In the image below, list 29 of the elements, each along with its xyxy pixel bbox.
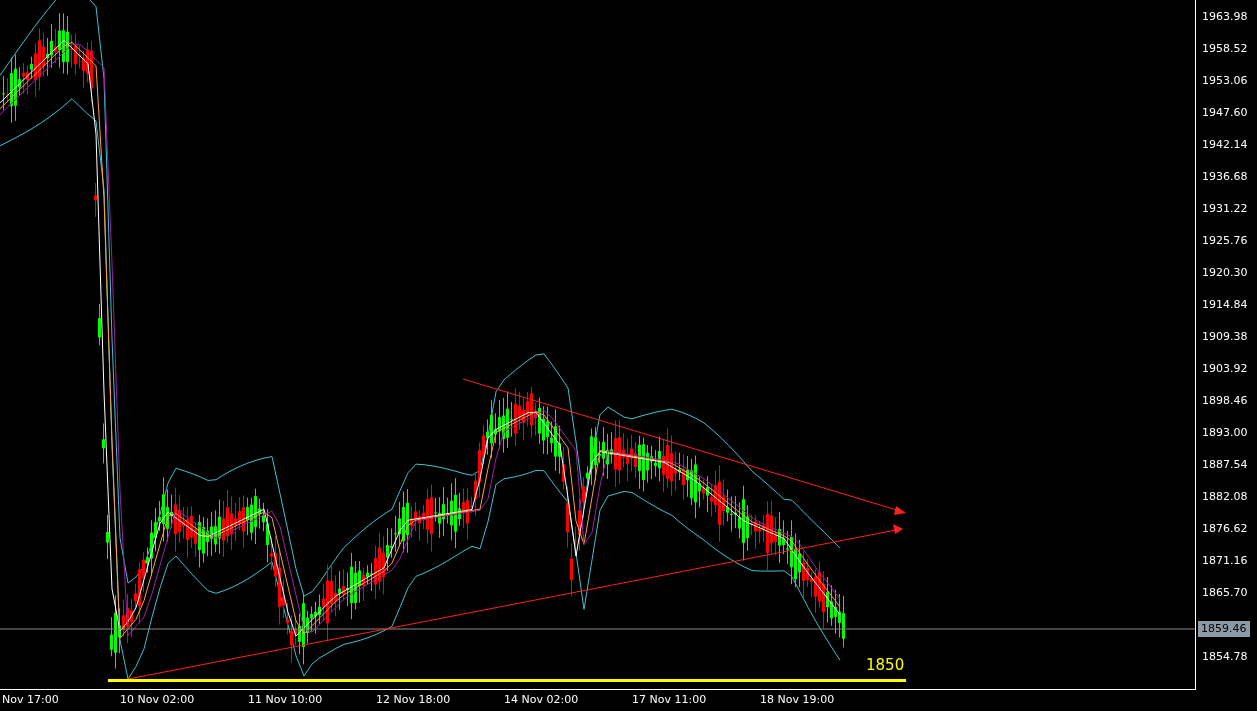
time-label: 10 Nov 02:00	[119, 692, 196, 708]
price-label: 1936.68	[1201, 169, 1249, 185]
time-label: 11 Nov 10:00	[247, 692, 324, 708]
price-label: 1854.78	[1201, 649, 1249, 665]
price-label: 1914.84	[1201, 297, 1249, 313]
time-label: 18 Nov 19:00	[759, 692, 836, 708]
price-label: 1920.30	[1201, 265, 1249, 281]
price-label: 1882.08	[1201, 489, 1249, 505]
price-label: 1893.00	[1201, 425, 1249, 441]
price-label: 1925.76	[1201, 233, 1249, 249]
price-label: 1963.98	[1201, 9, 1249, 25]
time-label: Nov 17:00	[1, 692, 60, 708]
price-label: 1942.14	[1201, 137, 1249, 153]
price-label: 1958.52	[1201, 41, 1249, 57]
price-label: 1887.54	[1201, 457, 1249, 473]
price-label: 1898.46	[1201, 393, 1249, 409]
price-label: 1871.16	[1201, 553, 1249, 569]
current-price-label: 1859.46	[1198, 621, 1250, 637]
time-label: 14 Nov 02:00	[503, 692, 580, 708]
price-label: 1953.06	[1201, 73, 1249, 89]
price-label: 1865.70	[1201, 585, 1249, 601]
level-label: 1850	[866, 656, 905, 674]
price-label: 1947.60	[1201, 105, 1249, 121]
time-label: 17 Nov 11:00	[631, 692, 708, 708]
time-label: 12 Nov 18:00	[375, 692, 452, 708]
price-label: 1903.92	[1201, 361, 1249, 377]
price-label: 1909.38	[1201, 329, 1249, 345]
price-label: 1876.62	[1201, 521, 1249, 537]
price-label: 1931.22	[1201, 201, 1249, 217]
